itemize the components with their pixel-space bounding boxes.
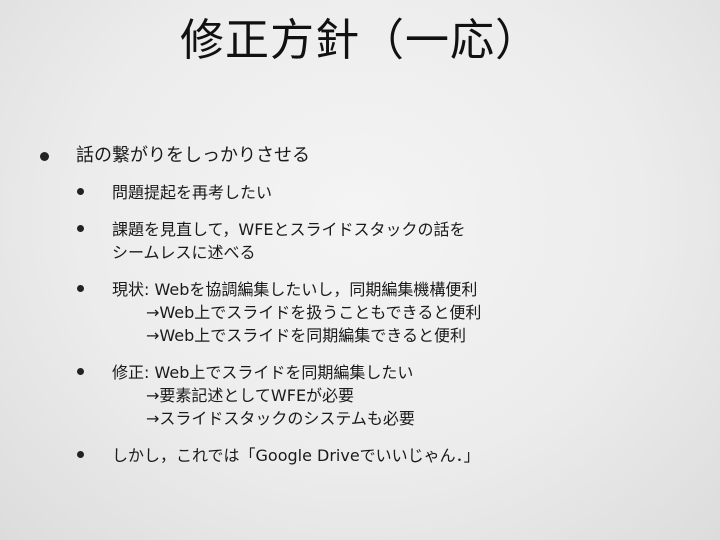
bullet-icon xyxy=(40,152,49,161)
item-text: しかし，これでは「Google Driveでいいじゃん．」 xyxy=(112,446,480,465)
bullet-icon xyxy=(77,451,84,458)
item-text: 課題を見直して，WFEとスライドスタックの話を xyxy=(112,220,466,239)
list-item: 話の繋がりをしっかりさせる xyxy=(38,144,698,167)
slide: 修正方針（一応） 話の繋がりをしっかりさせる 問題提起を再考したい 課題を見直し… xyxy=(0,0,720,540)
list-item: 修正: Web上でスライドを同期編集したい →要素記述としてWFEが必要 →スラ… xyxy=(38,361,698,430)
list-item: 課題を見直して，WFEとスライドスタックの話を シームレスに述べる xyxy=(38,218,698,264)
item-text: 問題提起を再考したい xyxy=(112,183,273,202)
item-subline: →Web上でスライドを扱うこともできると便利 xyxy=(146,303,482,322)
item-subline: →スライドスタックのシステムも必要 xyxy=(146,409,415,428)
item-subline: →Web上でスライドを同期編集できると便利 xyxy=(146,326,466,345)
item-text: 現状: Webを協調編集したいし，同期編集機構便利 xyxy=(112,280,478,299)
item-text-continued: シームレスに述べる xyxy=(112,243,256,262)
list-item: 問題提起を再考したい xyxy=(38,181,698,204)
list-item: しかし，これでは「Google Driveでいいじゃん．」 xyxy=(38,444,698,467)
bullet-list: 話の繋がりをしっかりさせる 問題提起を再考したい 課題を見直して，WFEとスライ… xyxy=(38,144,698,481)
slide-title: 修正方針（一応） xyxy=(180,15,540,66)
list-item: 現状: Webを協調編集したいし，同期編集機構便利 →Web上でスライドを扱うこ… xyxy=(38,278,698,347)
item-subline: →要素記述としてWFEが必要 xyxy=(146,386,355,405)
bullet-icon xyxy=(77,285,84,292)
bullet-icon xyxy=(77,368,84,375)
bullet-icon xyxy=(77,188,84,195)
bullet-icon xyxy=(77,225,84,232)
item-text: 話の繋がりをしっかりさせる xyxy=(76,145,310,166)
item-text: 修正: Web上でスライドを同期編集したい xyxy=(112,363,414,382)
